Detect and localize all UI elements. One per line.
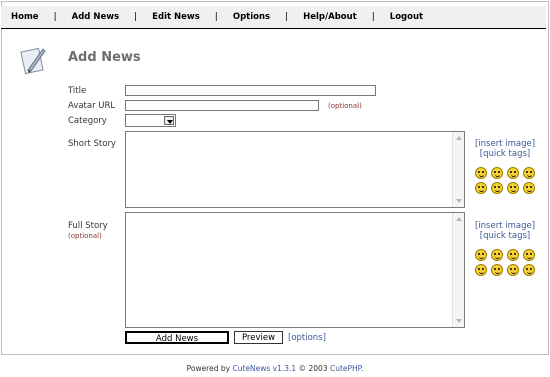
quill-pen-icon	[20, 47, 46, 75]
tongue-icon[interactable]	[523, 249, 535, 261]
cool-icon[interactable]	[523, 182, 535, 194]
wink-icon[interactable]	[491, 249, 503, 261]
top-nav: Home | Add News | Edit News | Options | …	[1, 6, 546, 29]
full-story-label: Full Story	[68, 221, 108, 231]
short-smilies	[475, 167, 536, 194]
footer-company-link[interactable]: CutePHP	[330, 364, 361, 373]
avatar-optional-note: (optional)	[328, 102, 362, 110]
smile-icon[interactable]	[475, 249, 487, 261]
scroll-up-icon[interactable]	[456, 217, 462, 221]
avatar-url-label: Avatar URL	[68, 101, 116, 111]
scroll-down-icon[interactable]	[456, 319, 462, 323]
nav-add-news[interactable]: Add News	[72, 12, 120, 22]
full-insert-image-link[interactable]: [insert image]	[470, 221, 540, 231]
smile-icon[interactable]	[475, 167, 487, 179]
footer-prefix: Powered by	[186, 364, 231, 373]
nav-separator: |	[53, 12, 57, 22]
short-story-scrollbar[interactable]	[452, 132, 464, 207]
full-smilies	[475, 249, 536, 276]
page-title: Add News	[68, 50, 141, 65]
confused-icon[interactable]	[507, 249, 519, 261]
category-select[interactable]	[125, 114, 176, 127]
cool-icon[interactable]	[523, 264, 535, 276]
title-label: Title	[68, 86, 87, 96]
tongue-icon[interactable]	[523, 167, 535, 179]
footer: Powered by CuteNews v1.3.1 © 2003 CutePH…	[0, 364, 550, 373]
short-story-label: Short Story	[68, 139, 116, 149]
nav-logout[interactable]: Logout	[390, 12, 423, 22]
nav-separator: |	[134, 12, 138, 22]
short-story-textarea[interactable]	[125, 131, 465, 208]
chevron-down-icon[interactable]	[164, 116, 174, 125]
nav-options[interactable]: Options	[233, 12, 270, 22]
short-insert-image-link[interactable]: [insert image]	[470, 139, 540, 149]
grin-icon[interactable]	[475, 182, 487, 194]
add-news-button[interactable]: Add News	[125, 331, 229, 344]
scroll-up-icon[interactable]	[456, 136, 462, 140]
nav-separator: |	[214, 12, 218, 22]
nav-separator: |	[371, 12, 375, 22]
short-quick-tags-link[interactable]: [quick tags]	[470, 149, 540, 159]
preview-button[interactable]: Preview	[234, 331, 283, 344]
full-quick-tags-link[interactable]: [quick tags]	[470, 231, 540, 241]
avatar-url-input[interactable]	[125, 100, 319, 111]
angry-icon[interactable]	[507, 264, 519, 276]
nav-edit-news[interactable]: Edit News	[152, 12, 200, 22]
full-story-textarea[interactable]	[125, 212, 465, 328]
footer-product-link[interactable]: CuteNews v1.3.1	[232, 364, 296, 373]
options-link[interactable]: [options]	[288, 333, 326, 343]
category-label: Category	[68, 116, 107, 126]
grin-icon[interactable]	[475, 264, 487, 276]
nav-home[interactable]: Home	[11, 12, 39, 22]
sad-icon[interactable]	[491, 264, 503, 276]
confused-icon[interactable]	[507, 167, 519, 179]
sad-icon[interactable]	[491, 182, 503, 194]
nav-separator: |	[285, 12, 289, 22]
scroll-down-icon[interactable]	[456, 199, 462, 203]
angry-icon[interactable]	[507, 182, 519, 194]
wink-icon[interactable]	[491, 167, 503, 179]
title-input[interactable]	[125, 85, 376, 96]
nav-help-about[interactable]: Help/About	[303, 12, 357, 22]
footer-copyright: © 2003	[298, 364, 328, 373]
footer-suffix: .	[361, 364, 364, 373]
full-story-optional-note: (optional)	[68, 232, 102, 240]
full-story-scrollbar[interactable]	[452, 213, 464, 327]
